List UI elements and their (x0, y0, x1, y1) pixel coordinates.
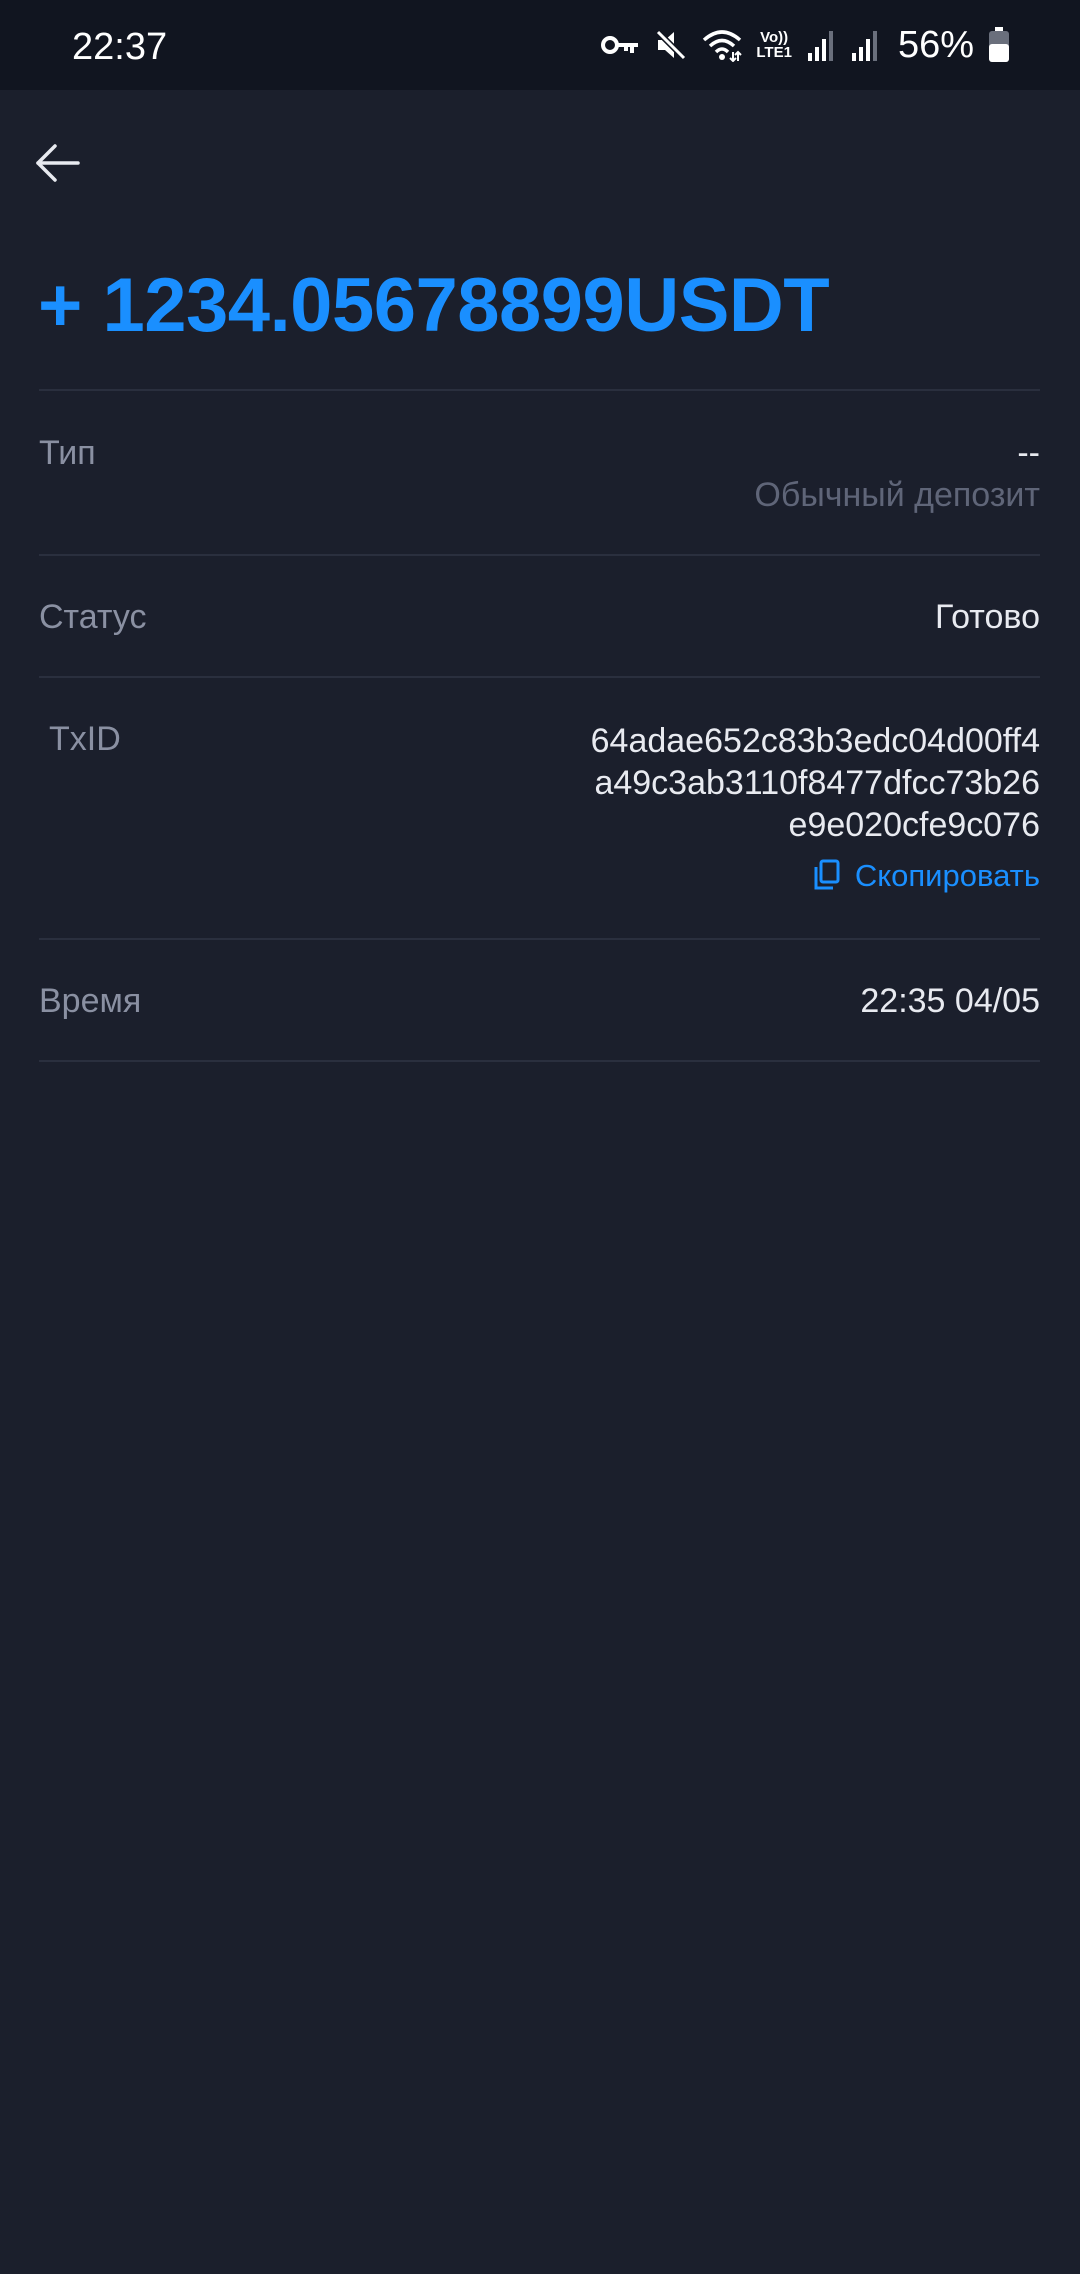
battery-percent: 56% (897, 24, 974, 66)
status-time: 22:37 (72, 26, 168, 68)
transaction-amount: + 1234.05678899USDT (38, 263, 830, 348)
status-bar: 22:37 Vo)) LTE1 56% (0, 0, 1080, 90)
status-icons: Vo)) LTE1 56% (600, 22, 1010, 68)
time-value: 22:35 04/05 (860, 982, 1040, 1020)
txid-line: a49c3ab3110f8477dfcc73b26 (594, 764, 1040, 802)
txid-line: 64adae652c83b3edc04d00ff4 (590, 722, 1040, 760)
back-button[interactable] (30, 135, 86, 191)
volte-lte1-icon: Vo)) LTE1 (756, 30, 792, 60)
txid-label: TxID (49, 720, 121, 758)
copy-icon (814, 859, 840, 890)
battery-icon (988, 27, 1010, 63)
vpn-key-icon (600, 32, 640, 58)
volte-label: Vo)) (760, 29, 789, 46)
type-label: Тип (39, 434, 96, 472)
mute-icon (654, 28, 688, 62)
type-value: -- (1017, 434, 1040, 472)
copy-txid-button[interactable]: Скопировать (813, 859, 1040, 891)
txid-line: e9e020cfe9c076 (788, 806, 1040, 844)
signal-icon (850, 29, 880, 61)
divider (39, 1060, 1040, 1062)
copy-label: Скопировать (854, 857, 1040, 893)
status-label: Статус (39, 598, 147, 636)
divider (39, 676, 1040, 678)
divider (39, 389, 1040, 391)
time-label: Время (39, 982, 142, 1020)
lte-label: LTE1 (756, 44, 792, 61)
arrow-left-icon (36, 144, 80, 182)
txid-value[interactable]: 64adae652c83b3edc04d00ff4 a49c3ab3110f84… (591, 720, 1040, 846)
status-value: Готово (935, 598, 1040, 636)
signal-icon (806, 29, 836, 61)
type-subtitle: Обычный депозит (754, 476, 1040, 514)
wifi-icon (702, 28, 743, 62)
divider (39, 938, 1040, 940)
divider (39, 554, 1040, 556)
